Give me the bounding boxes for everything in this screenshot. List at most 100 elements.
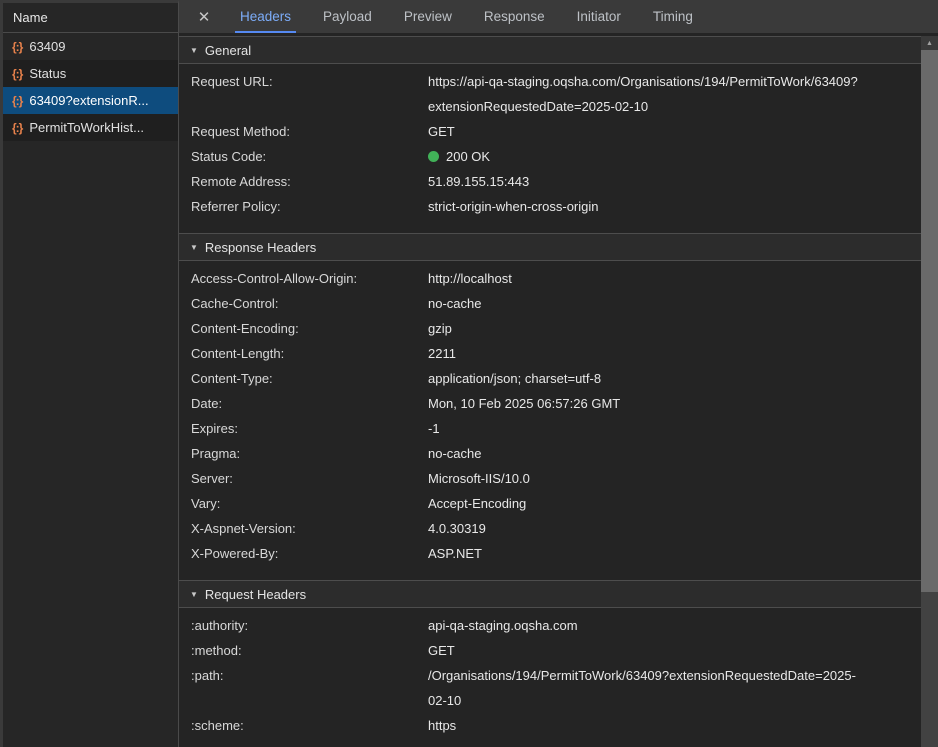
header-value: https://api-qa-staging.oqsha.com/Organis… (428, 69, 860, 119)
header-row-vary: Vary: Accept-Encoding (179, 491, 921, 516)
request-row-63409[interactable]: {:} 63409 (3, 33, 178, 60)
json-response-icon: {:} (12, 94, 22, 108)
header-value: 2211 (428, 341, 860, 366)
header-value: no-cache (428, 291, 860, 316)
request-name: Status (29, 66, 66, 81)
header-row-scheme: :scheme: https (179, 713, 921, 738)
header-value: no-cache (428, 441, 860, 466)
header-name: Access-Control-Allow-Origin: (191, 266, 428, 291)
chevron-down-icon: ▼ (190, 243, 198, 252)
header-value: application/json; charset=utf-8 (428, 366, 860, 391)
header-value: /Organisations/194/PermitToWork/63409?​e… (428, 663, 860, 713)
json-response-icon: {:} (12, 121, 22, 135)
header-row-authority: :authority: api-qa-staging.oqsha.com (179, 613, 921, 638)
header-row-access-control-allow-origin: Access-Control-Allow-Origin: http://loca… (179, 266, 921, 291)
detail-tabbar: ✕ Headers Payload Preview Response Initi… (179, 0, 938, 36)
status-code-text: 200 OK (446, 149, 490, 164)
header-row-method: :method: GET (179, 638, 921, 663)
header-name: :method: (191, 638, 428, 663)
header-row-x-powered-by: X-Powered-By: ASP.NET (179, 541, 921, 566)
header-name: Pragma: (191, 441, 428, 466)
section-title: Response Headers (205, 240, 316, 255)
tab-initiator[interactable]: Initiator (572, 0, 626, 33)
name-column-header[interactable]: Name (3, 3, 178, 33)
header-value: gzip (428, 316, 860, 341)
json-response-icon: {:} (12, 40, 22, 54)
general-rows: Request URL: https://api-qa-staging.oqsh… (179, 64, 921, 233)
header-value: Accept-Encoding (428, 491, 860, 516)
header-row-content-type: Content-Type: application/json; charset=… (179, 366, 921, 391)
header-name: Cache-Control: (191, 291, 428, 316)
header-row-request-url: Request URL: https://api-qa-staging.oqsh… (179, 69, 921, 119)
header-name: X-Aspnet-Version: (191, 516, 428, 541)
header-row-request-method: Request Method: GET (179, 119, 921, 144)
header-row-server: Server: Microsoft-IIS/10.0 (179, 466, 921, 491)
section-header-general[interactable]: ▼ General (179, 36, 921, 64)
request-name: 63409 (29, 39, 65, 54)
header-value: 51.89.155.15:443 (428, 169, 860, 194)
header-row-expires: Expires: -1 (179, 416, 921, 441)
header-row-pragma: Pragma: no-cache (179, 441, 921, 466)
vertical-scrollbar[interactable]: ▲ (921, 36, 938, 747)
close-icon[interactable]: ✕ (184, 0, 224, 33)
chevron-down-icon: ▼ (190, 46, 198, 55)
header-name: Date: (191, 391, 428, 416)
tab-headers[interactable]: Headers (235, 0, 296, 33)
tab-preview[interactable]: Preview (399, 0, 457, 33)
header-value: 200 OK (428, 144, 860, 169)
section-title: General (205, 43, 251, 58)
header-name: Expires: (191, 416, 428, 441)
header-row-content-length: Content-Length: 2211 (179, 341, 921, 366)
status-success-icon (428, 151, 439, 162)
header-name: Content-Encoding: (191, 316, 428, 341)
tab-timing[interactable]: Timing (648, 0, 698, 33)
headers-tab-content: ▼ General Request URL: https://api-qa-st… (179, 36, 938, 747)
request-row-status[interactable]: {:} Status (3, 60, 178, 87)
request-row-63409-extension-selected[interactable]: {:} 63409?extensionR... (3, 87, 178, 114)
request-detail-panel: ✕ Headers Payload Preview Response Initi… (179, 0, 938, 747)
header-name: Referrer Policy: (191, 194, 428, 219)
header-name: Content-Type: (191, 366, 428, 391)
header-row-x-aspnet-version: X-Aspnet-Version: 4.0.30319 (179, 516, 921, 541)
header-value: strict-origin-when-cross-origin (428, 194, 860, 219)
request-row-permittoworkhist[interactable]: {:} PermitToWorkHist... (3, 114, 178, 141)
request-name: 63409?extensionR... (29, 93, 148, 108)
json-response-icon: {:} (12, 67, 22, 81)
header-row-status-code: Status Code: 200 OK (179, 144, 921, 169)
header-name: Request URL: (191, 69, 428, 119)
header-name: Status Code: (191, 144, 428, 169)
header-name: Remote Address: (191, 169, 428, 194)
header-value: ASP.NET (428, 541, 860, 566)
header-value: 4.0.30319 (428, 516, 860, 541)
scrollbar-thumb[interactable] (921, 50, 938, 592)
header-name: Request Method: (191, 119, 428, 144)
network-request-list: Name {:} 63409 {:} Status {:} 63409?exte… (3, 0, 179, 747)
header-value: -1 (428, 416, 860, 441)
header-value: Microsoft-IIS/10.0 (428, 466, 860, 491)
header-name: Server: (191, 466, 428, 491)
section-title: Request Headers (205, 587, 306, 602)
header-value: http://localhost (428, 266, 860, 291)
header-row-path: :path: /Organisations/194/PermitToWork/6… (179, 663, 921, 713)
header-name: X-Powered-By: (191, 541, 428, 566)
header-row-content-encoding: Content-Encoding: gzip (179, 316, 921, 341)
header-name: :path: (191, 663, 428, 713)
header-name: Content-Length: (191, 341, 428, 366)
request-name: PermitToWorkHist... (29, 120, 144, 135)
scroll-up-arrow-icon[interactable]: ▲ (921, 36, 938, 50)
chevron-down-icon: ▼ (190, 590, 198, 599)
header-row-cache-control: Cache-Control: no-cache (179, 291, 921, 316)
request-headers-rows: :authority: api-qa-staging.oqsha.com :me… (179, 608, 921, 747)
section-header-request-headers[interactable]: ▼ Request Headers (179, 580, 921, 608)
tab-payload[interactable]: Payload (318, 0, 377, 33)
header-value: Mon, 10 Feb 2025 06:57:26 GMT (428, 391, 860, 416)
section-header-response-headers[interactable]: ▼ Response Headers (179, 233, 921, 261)
header-row-referrer-policy: Referrer Policy: strict-origin-when-cros… (179, 194, 921, 219)
header-value: https (428, 713, 860, 738)
header-value: api-qa-staging.oqsha.com (428, 613, 860, 638)
header-name: :scheme: (191, 713, 428, 738)
response-headers-rows: Access-Control-Allow-Origin: http://loca… (179, 261, 921, 580)
header-name: :authority: (191, 613, 428, 638)
tab-response[interactable]: Response (479, 0, 550, 33)
header-row-remote-address: Remote Address: 51.89.155.15:443 (179, 169, 921, 194)
